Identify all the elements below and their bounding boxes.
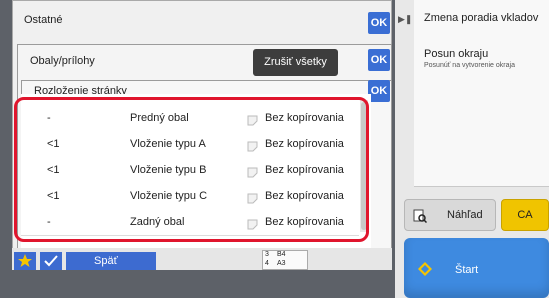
tray3-number: 3 [265, 251, 269, 258]
tray3-size: B4 [277, 251, 286, 258]
preview-icon [413, 209, 427, 223]
ok-button-other[interactable]: OK [368, 12, 390, 34]
start-diamond-icon [418, 262, 432, 276]
menu-item-subtitle: Posunúť na vytvorenie okraja [424, 62, 515, 69]
menu-item-empty [414, 78, 549, 106]
ok-button-covers[interactable]: OK [368, 49, 390, 71]
favorite-button[interactable] [14, 252, 36, 270]
check-icon [44, 255, 58, 267]
menu-item-empty [414, 159, 549, 187]
menu-item-title: Posun okraju [424, 48, 489, 60]
check-button[interactable] [40, 252, 62, 270]
menu-item-margin-shift[interactable]: Posun okraju Posunúť na vytvorenie okraj… [414, 42, 549, 79]
cancel-all-button[interactable]: Zrušiť všetky [253, 49, 338, 76]
tray4-number: 4 [265, 260, 269, 267]
start-button[interactable]: Štart [404, 238, 549, 298]
tray4-size: A3 [277, 260, 286, 267]
expand-arrow-icon[interactable]: ▶❚ [398, 12, 412, 26]
highlight-frame [14, 97, 369, 242]
menu-item-insert-order[interactable]: Zmena poradia vkladov [414, 0, 549, 43]
dialog-title-other: Ostatné [24, 14, 63, 26]
preview-button[interactable]: Náhľad [404, 199, 496, 231]
back-button[interactable]: Späť [66, 252, 156, 270]
star-icon [18, 254, 32, 267]
start-label: Štart [455, 264, 479, 276]
clear-all-button[interactable]: CA [501, 199, 549, 231]
dialog-title-covers: Obaly/prílohy [30, 55, 95, 67]
ok-button-layout[interactable]: OK [368, 80, 390, 102]
preview-label: Náhľad [447, 209, 483, 221]
back-label: Späť [94, 255, 118, 267]
menu-item-empty [414, 132, 549, 160]
menu-item-title: Zmena poradia vkladov [424, 12, 539, 24]
paper-tray-indicator: 3 B4 4 A3 [262, 250, 308, 270]
menu-item-empty [414, 105, 549, 133]
